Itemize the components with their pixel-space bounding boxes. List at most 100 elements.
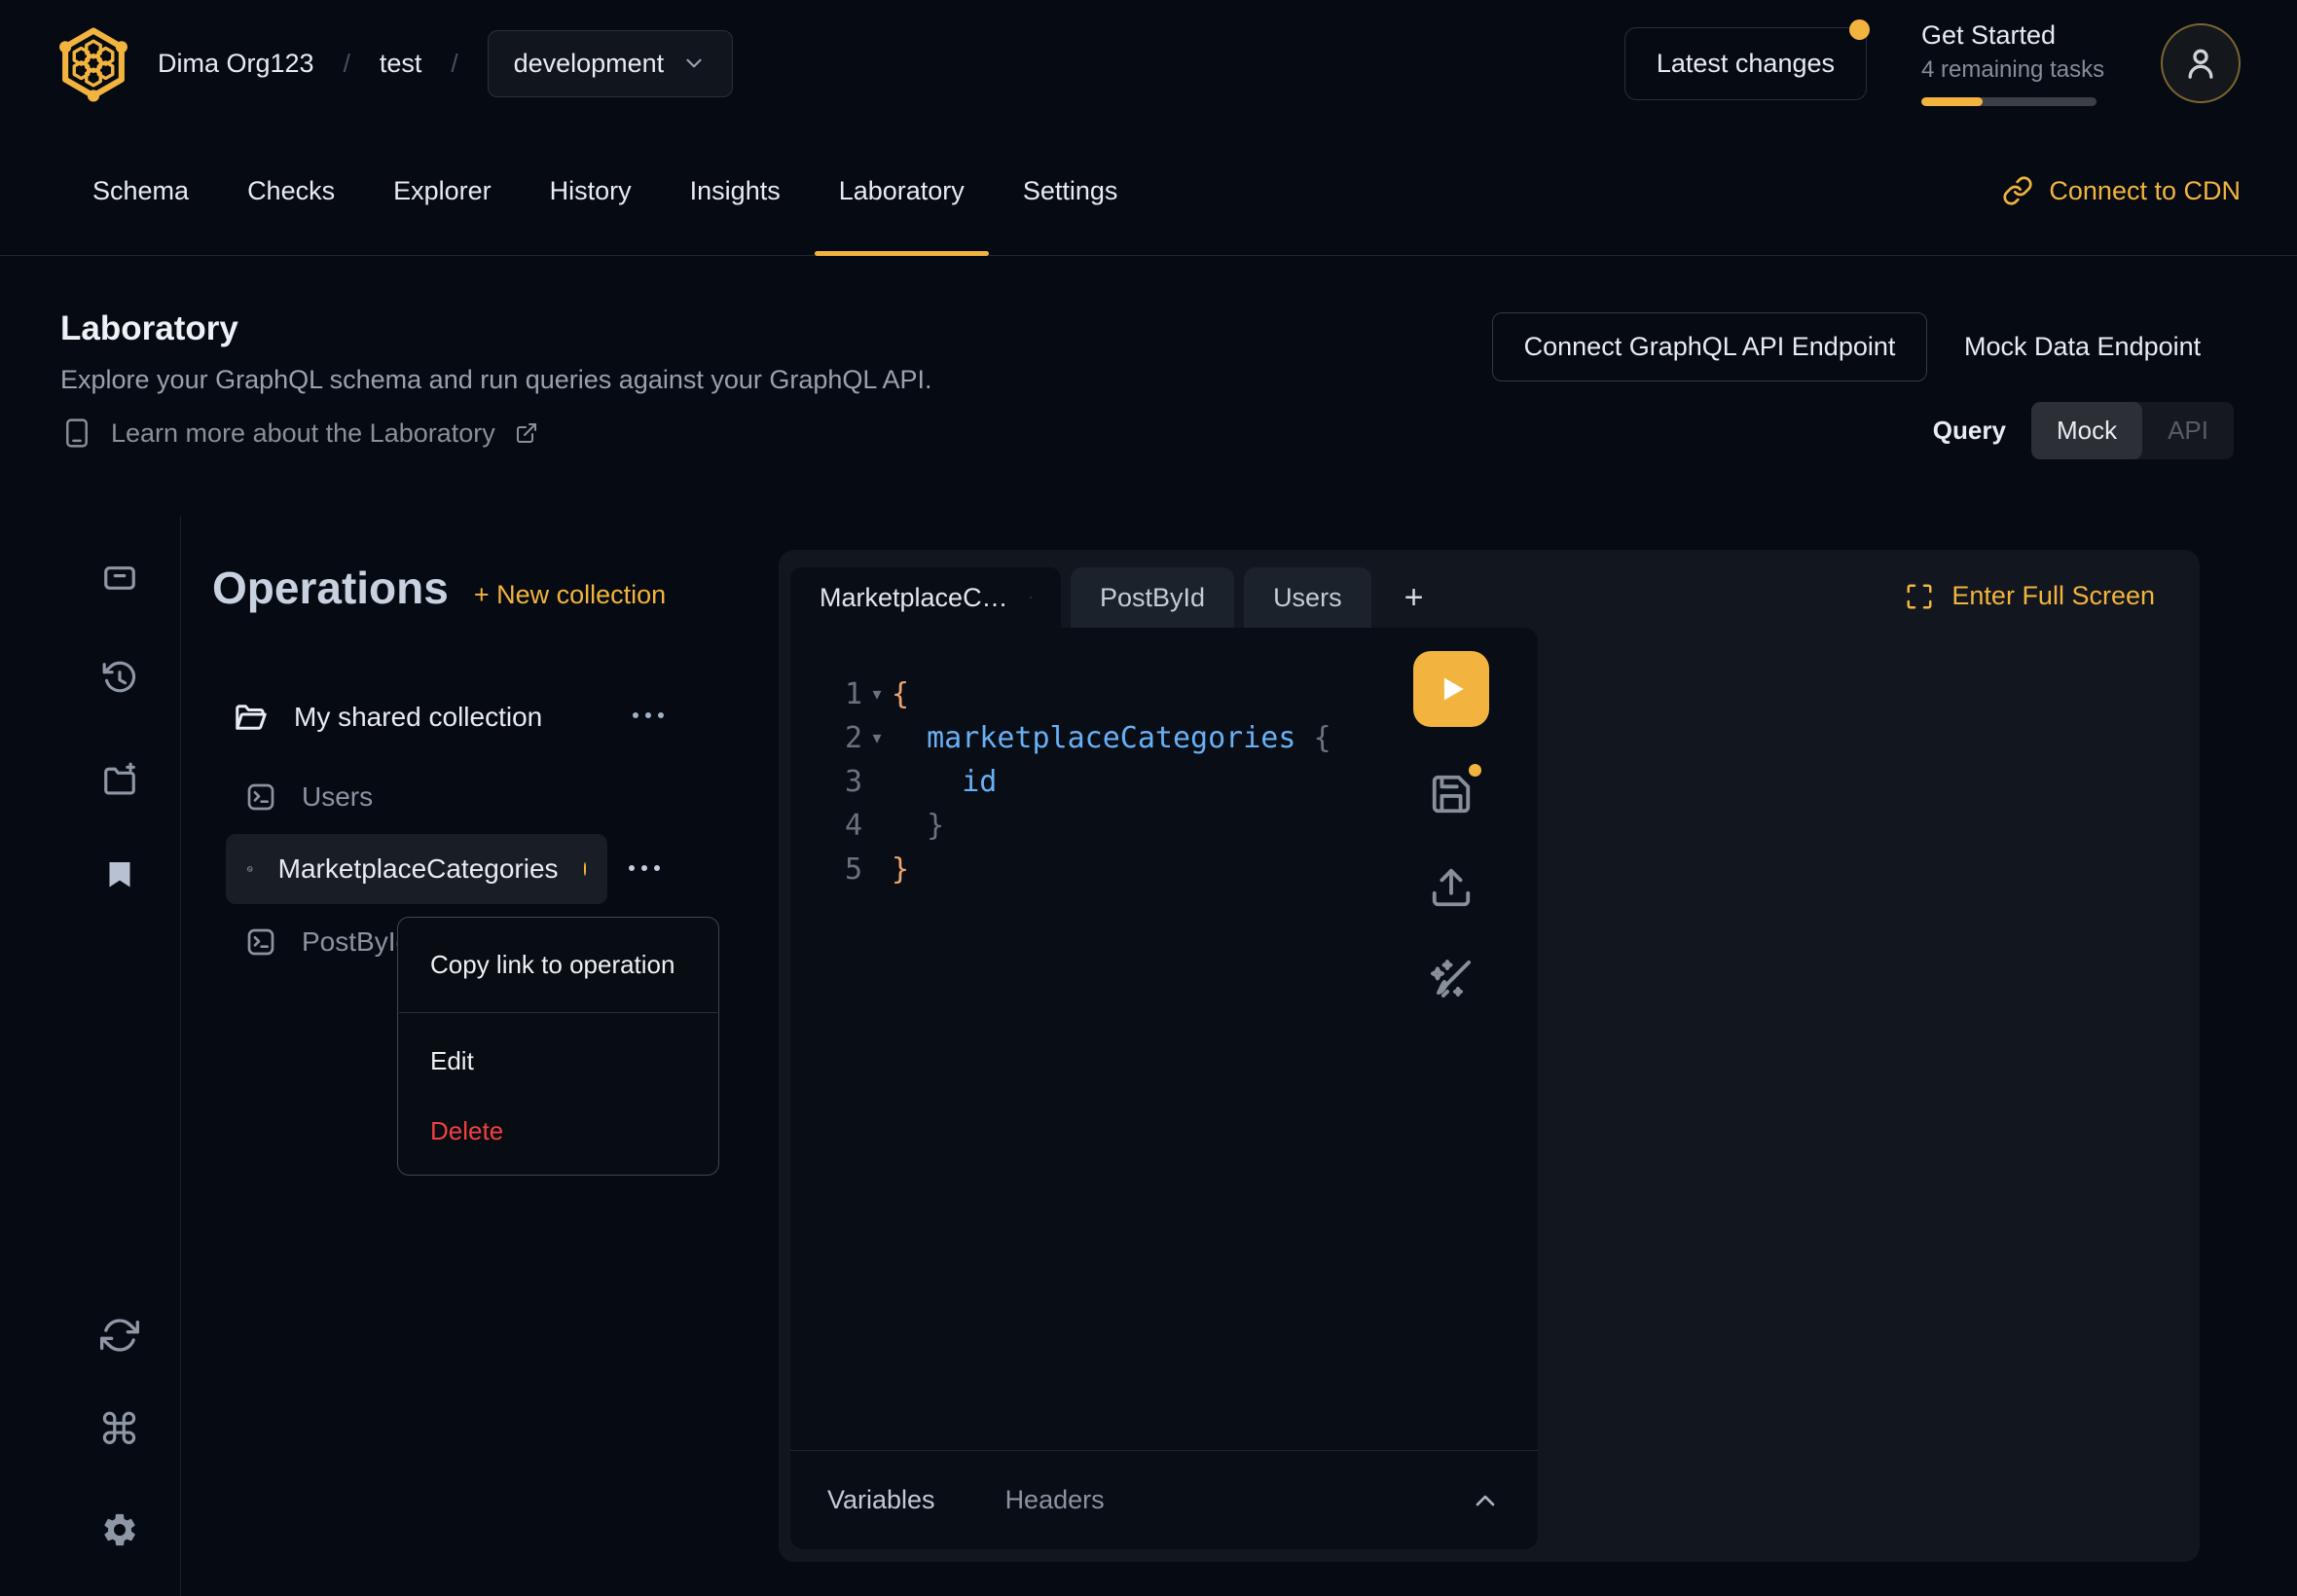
operation-name: Users	[302, 781, 373, 813]
left-icon-rail: ⌘	[58, 516, 181, 1596]
top-header: Dima Org123 / test / development Latest …	[0, 0, 2297, 127]
chevron-up-icon[interactable]	[1470, 1485, 1501, 1516]
latest-changes-label: Latest changes	[1657, 49, 1835, 78]
settings-gear-icon[interactable]	[100, 1510, 139, 1549]
learn-more-link[interactable]: Learn more about the Laboratory	[62, 417, 538, 450]
code-text: }	[892, 852, 909, 887]
get-started-subtitle: 4 remaining tasks	[1921, 56, 2106, 84]
breadcrumb-separator: /	[344, 49, 350, 79]
prettify-query-button[interactable]	[1428, 957, 1475, 1003]
get-started-widget[interactable]: Get Started 4 remaining tasks	[1921, 20, 2106, 106]
person-icon	[2181, 44, 2220, 83]
nav-tab-checks[interactable]: Checks	[223, 127, 359, 255]
save-operation-button[interactable]	[1429, 772, 1474, 816]
chevron-down-icon	[681, 51, 707, 76]
editor-tab[interactable]: PostById	[1071, 567, 1234, 628]
fold-caret-icon[interactable]: ▾	[862, 684, 892, 705]
documentation-panel-icon[interactable]	[101, 560, 138, 597]
context-menu-copy-link[interactable]: Copy link to operation	[398, 918, 718, 1012]
enter-fullscreen-button[interactable]: Enter Full Screen	[1905, 581, 2155, 611]
primary-nav: SchemaChecksExplorerHistoryInsightsLabor…	[0, 127, 2297, 256]
connect-to-cdn-link[interactable]: Connect to CDN	[2002, 127, 2241, 255]
breadcrumb-org[interactable]: Dima Org123	[158, 49, 314, 79]
save-icon	[1429, 772, 1474, 816]
editor-bottom-bar: Variables Headers	[790, 1450, 1538, 1549]
operation-context-menu: Copy link to operation Edit Delete	[397, 917, 719, 1176]
enter-fullscreen-label: Enter Full Screen	[1951, 581, 2155, 611]
open-folder-icon	[234, 700, 269, 735]
nav-tab-laboratory[interactable]: Laboratory	[815, 127, 989, 255]
connect-graphql-endpoint-button[interactable]: Connect GraphQL API Endpoint	[1492, 312, 1927, 381]
saved-operations-bookmark-icon[interactable]	[102, 856, 137, 891]
code-text: }	[892, 809, 944, 843]
close-tab-icon[interactable]	[1030, 587, 1032, 608]
unsaved-changes-dot	[1469, 764, 1481, 777]
operation-row-selected[interactable]: MarketplaceCategories	[226, 834, 607, 904]
expand-icon	[1905, 582, 1934, 611]
variant-dropdown[interactable]: development	[488, 30, 734, 97]
line-number: 5	[790, 852, 862, 887]
new-tab-button[interactable]: +	[1381, 579, 1447, 617]
breadcrumb: Dima Org123 / test / development	[158, 30, 733, 97]
code-text: marketplaceCategories {	[892, 721, 1331, 755]
fold-caret-icon[interactable]: ▾	[862, 728, 892, 748]
editor-actions	[1413, 651, 1489, 1003]
share-operation-button[interactable]	[1429, 865, 1474, 910]
editor-tab[interactable]: Users	[1244, 567, 1371, 628]
get-started-progress-fill	[1921, 97, 1983, 106]
query-editor-panel: MarketplaceC… PostById Users + Enter Ful…	[779, 550, 2200, 1562]
mock-data-endpoint-link[interactable]: Mock Data Endpoint	[1964, 332, 2201, 362]
run-query-button[interactable]	[1413, 651, 1489, 727]
query-mode-api[interactable]: API	[2142, 402, 2234, 459]
variant-dropdown-value: development	[514, 49, 665, 79]
new-folder-icon[interactable]	[101, 761, 138, 798]
operation-name: MarketplaceCategories	[278, 853, 559, 885]
header-right: Latest changes Get Started 4 remaining t…	[1624, 20, 2241, 106]
query-mode-mock[interactable]: Mock	[2031, 402, 2142, 459]
line-number: 2	[790, 721, 862, 755]
editor-tabs: MarketplaceC… PostById Users +	[790, 567, 1446, 628]
operation-row-postbyid[interactable]: PostById	[245, 916, 411, 968]
latest-changes-button[interactable]: Latest changes	[1624, 27, 1867, 100]
history-icon[interactable]	[101, 660, 138, 697]
context-menu-edit[interactable]: Edit	[398, 1021, 718, 1101]
breadcrumb-graph[interactable]: test	[380, 49, 422, 79]
operation-icon	[245, 926, 276, 958]
line-number: 4	[790, 809, 862, 843]
user-avatar[interactable]	[2161, 23, 2241, 103]
context-menu-delete[interactable]: Delete	[398, 1101, 718, 1161]
operations-title: Operations	[212, 562, 449, 614]
keyboard-shortcuts-icon[interactable]: ⌘	[98, 1409, 141, 1452]
editor-tab-label: PostById	[1100, 583, 1205, 613]
learn-more-label: Learn more about the Laboratory	[111, 418, 495, 449]
operation-icon	[247, 853, 253, 885]
breadcrumb-separator: /	[451, 49, 457, 79]
context-menu-divider	[399, 1012, 717, 1013]
nav-tab-insights[interactable]: Insights	[666, 127, 805, 255]
nav-tab-settings[interactable]: Settings	[999, 127, 1143, 255]
operations-header: Operations + New collection	[212, 562, 666, 614]
get-started-progress-track	[1921, 97, 2096, 106]
operation-row-users[interactable]: Users	[245, 771, 373, 823]
editor-tab-active[interactable]: MarketplaceC…	[790, 567, 1061, 628]
primary-nav-tabs: SchemaChecksExplorerHistoryInsightsLabor…	[68, 127, 1151, 255]
upload-icon	[1429, 865, 1474, 910]
nav-tab-history[interactable]: History	[526, 127, 656, 255]
operation-menu-button[interactable]	[629, 865, 660, 871]
collection-row[interactable]: My shared collection	[234, 691, 542, 744]
play-icon	[1435, 672, 1468, 706]
code-text: {	[892, 677, 909, 711]
nav-tab-schema[interactable]: Schema	[68, 127, 213, 255]
headers-tab[interactable]: Headers	[1005, 1485, 1105, 1515]
collection-menu-button[interactable]	[633, 712, 664, 718]
external-link-icon	[515, 421, 538, 445]
app-root: Dima Org123 / test / development Latest …	[0, 0, 2297, 1596]
variables-tab[interactable]: Variables	[827, 1485, 935, 1515]
refresh-icon[interactable]	[100, 1316, 139, 1355]
nav-tab-explorer[interactable]: Explorer	[369, 127, 516, 255]
page-description: Explore your GraphQL schema and run quer…	[60, 365, 931, 395]
new-collection-button[interactable]: + New collection	[474, 580, 666, 610]
code-text: id	[892, 765, 997, 799]
editor-tab-label: Users	[1273, 583, 1342, 613]
book-icon	[62, 417, 91, 450]
